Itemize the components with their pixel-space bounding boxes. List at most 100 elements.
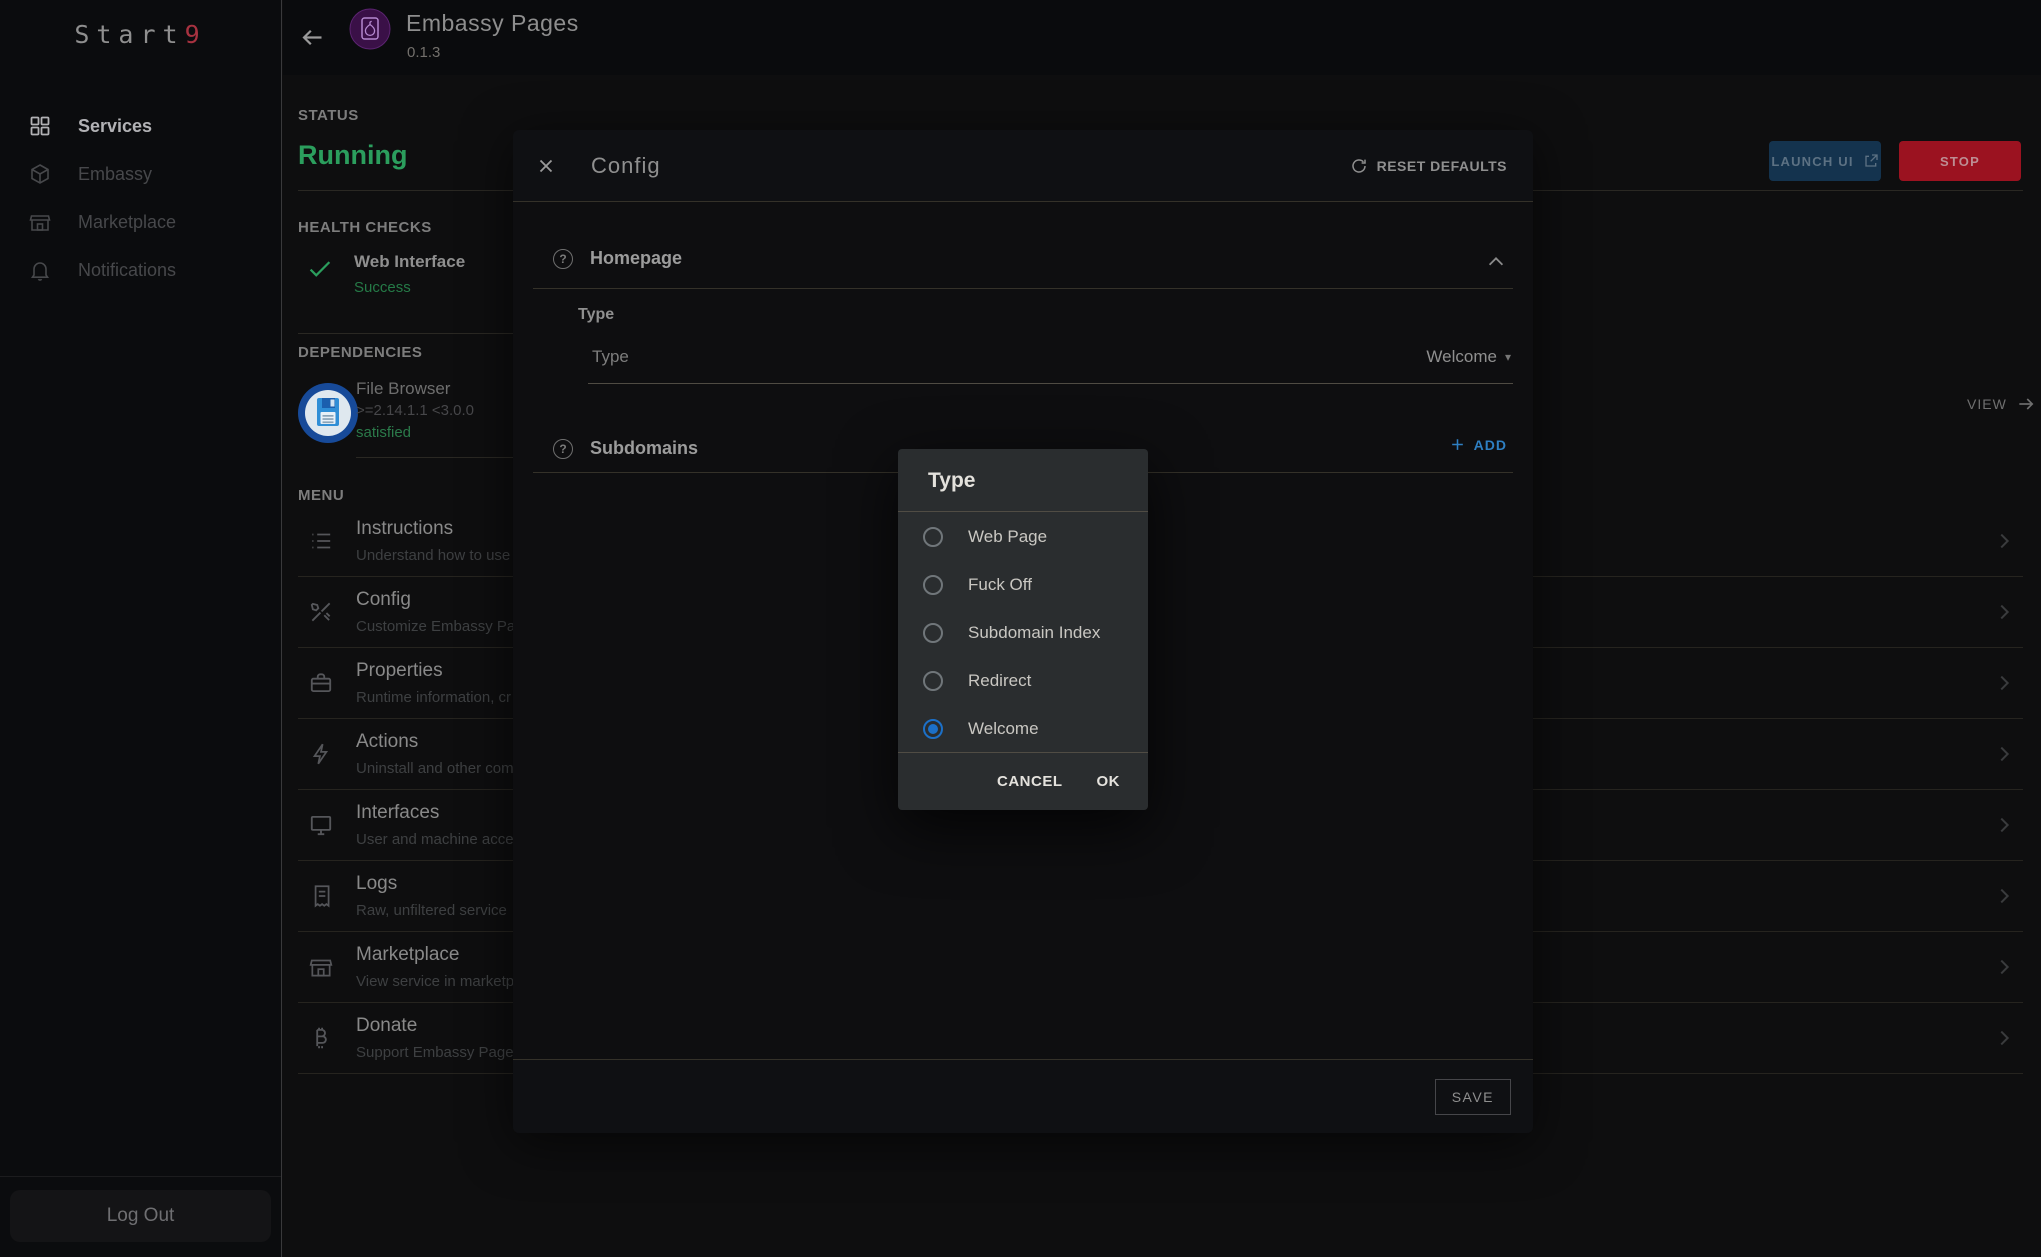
chevron-right-icon [1993,672,2015,694]
menu-item-description: Customize Embassy Pag [356,618,524,635]
type-select[interactable]: Welcome▾ [1426,347,1511,367]
dependency-status: satisfied [356,424,411,441]
radio-icon [923,575,943,595]
help-icon: ? [553,249,573,269]
health-check-result: Success [354,279,411,296]
type-dialog-title: Type [928,469,975,493]
divider [533,288,1513,289]
dependency-version-range: >=2.14.1.1 <3.0.0 [356,402,474,419]
chevron-right-icon [1993,956,2015,978]
radio-option-label: Web Page [968,527,1047,547]
status-value: Running [298,140,407,171]
stop-button[interactable]: STOP [1899,141,2021,181]
type-option-list: Web Page Fuck Off Subdomain Index Redire… [898,513,1148,753]
reset-defaults-button[interactable]: RESET DEFAULTS [1350,157,1507,175]
sidebar-item-notifications[interactable]: Notifications [0,246,281,294]
chevron-right-icon [1993,1027,2015,1049]
homepage-section-header[interactable]: ? Homepage [553,248,682,269]
save-button[interactable]: SAVE [1435,1079,1511,1115]
chevron-right-icon [1993,814,2015,836]
monitor-icon [308,812,334,838]
type-dialog-buttons: CANCEL OK [898,753,1148,809]
page-title: Embassy Pages [406,10,579,37]
cube-icon [28,162,52,186]
dependency-view-link[interactable]: VIEW [1967,394,2036,414]
subdomains-section-header: ? Subdomains [553,438,698,459]
close-icon[interactable] [535,155,557,177]
logo-nine: 9 [185,20,207,49]
sidebar-item-label: Notifications [78,260,176,281]
menu-item-label: Interfaces [356,802,439,824]
chevron-up-icon[interactable] [1485,251,1507,273]
file-browser-icon [297,382,359,444]
config-modal-header: Config RESET DEFAULTS [513,130,1533,202]
menu-item-description: View service in marketpl [356,973,517,990]
bitcoin-icon [308,1025,334,1051]
radio-option-label: Fuck Off [968,575,1032,595]
lightning-icon [308,741,334,767]
menu-item-label: Donate [356,1015,417,1037]
type-field-label: Type [592,347,629,367]
briefcase-icon [308,670,334,696]
add-subdomain-button[interactable]: ADD [1449,436,1507,453]
arrow-right-icon [2016,394,2036,414]
plus-icon [1449,436,1466,453]
type-dialog: Type Web Page Fuck Off Subdomain Index R… [898,449,1148,810]
radio-option-web-page[interactable]: Web Page [898,513,1148,561]
radio-option-redirect[interactable]: Redirect [898,657,1148,705]
menu-item-description: Raw, unfiltered service [356,902,507,919]
back-button[interactable] [299,24,326,51]
sidebar-item-marketplace[interactable]: Marketplace [0,198,281,246]
storefront-icon [308,954,334,980]
logout-button[interactable]: Log Out [10,1190,271,1242]
menu-section-label: MENU [298,487,344,504]
logs-icon [308,883,334,909]
ok-button[interactable]: OK [1097,773,1121,790]
external-link-icon [1863,153,1879,169]
menu-item-description: Understand how to use [356,547,510,564]
subdomains-section-label: Subdomains [590,438,698,459]
menu-item-description: Uninstall and other com [356,760,514,777]
chevron-right-icon [1993,743,2015,765]
radio-option-label: Subdomain Index [968,623,1100,643]
radio-option-subdomain-index[interactable]: Subdomain Index [898,609,1148,657]
logo-text: Start [74,20,184,49]
sidebar-nav: Services Embassy Marketplace Notificatio… [0,102,281,294]
menu-item-label: Marketplace [356,944,460,966]
health-section-label: HEALTH CHECKS [298,219,432,236]
menu-item-label: Actions [356,731,418,753]
sidebar-item-label: Services [78,116,152,137]
radio-option-label: Welcome [968,719,1039,739]
reset-defaults-label: RESET DEFAULTS [1377,158,1507,174]
sidebar-item-label: Marketplace [78,212,176,233]
help-icon: ? [553,439,573,459]
page-version: 0.1.3 [407,44,440,61]
radio-option-welcome[interactable]: Welcome [898,705,1148,753]
dependency-name: File Browser [356,379,450,399]
bell-icon [28,258,52,282]
list-icon [308,528,334,554]
type-group-label: Type [578,306,614,324]
sidebar: Start9 Services Embassy Marketplace Noti… [0,0,282,1257]
radio-icon [923,671,943,691]
refresh-icon [1350,157,1368,175]
storefront-icon [28,210,52,234]
cancel-button[interactable]: CANCEL [997,773,1063,790]
check-icon [305,254,335,284]
sidebar-item-embassy[interactable]: Embassy [0,150,281,198]
app-screen: Start9 Services Embassy Marketplace Noti… [0,0,2041,1257]
radio-option-label: Redirect [968,671,1031,691]
radio-option-fuck-off[interactable]: Fuck Off [898,561,1148,609]
sidebar-divider [0,1176,281,1177]
menu-item-label: Logs [356,873,397,895]
health-check-name: Web Interface [354,252,465,272]
radio-icon [923,527,943,547]
tools-icon [308,599,334,625]
view-label: VIEW [1967,396,2007,412]
start9-logo: Start9 [0,20,281,49]
sidebar-item-services[interactable]: Services [0,102,281,150]
dependencies-section-label: DEPENDENCIES [298,344,422,361]
chevron-right-icon [1993,601,2015,623]
launch-ui-button[interactable]: LAUNCH UI [1769,141,1881,181]
menu-item-description: User and machine acces [356,831,521,848]
